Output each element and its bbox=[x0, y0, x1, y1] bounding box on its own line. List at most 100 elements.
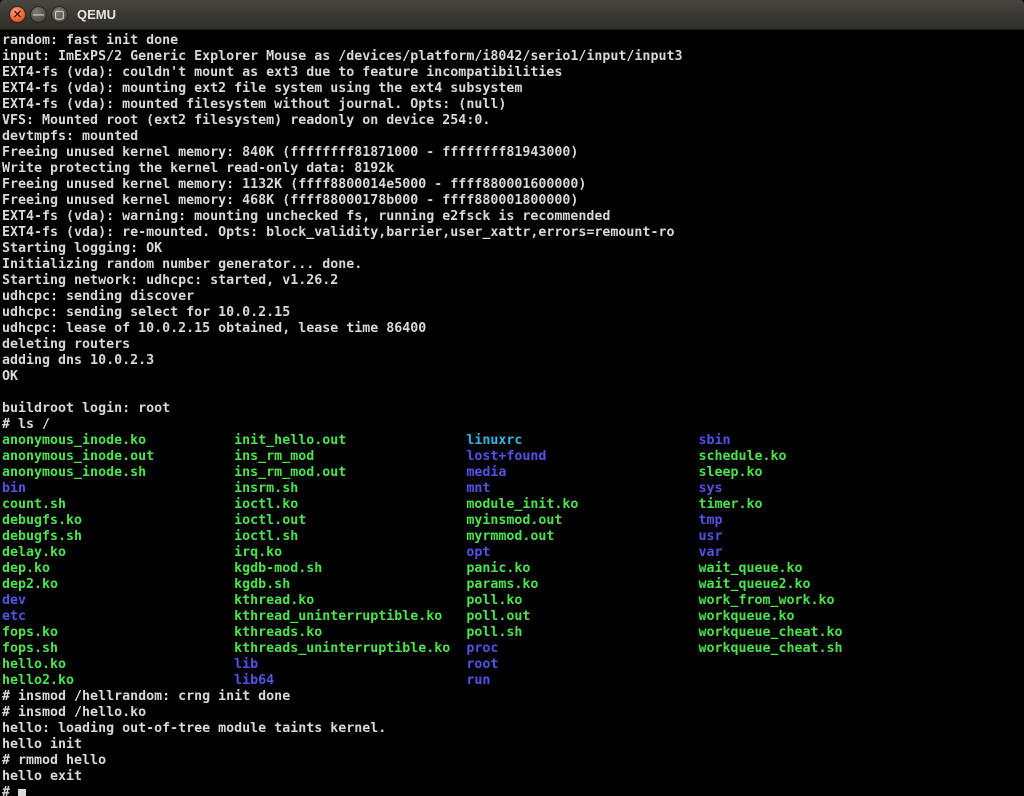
maximize-icon: ▢ bbox=[54, 8, 64, 21]
ls-entry: hello2.ko bbox=[2, 673, 154, 689]
terminal-line: hello exit bbox=[2, 769, 1024, 785]
ls-entry: ioctl.sh bbox=[234, 529, 450, 545]
terminal-line: OK bbox=[2, 369, 1024, 385]
ls-entry: poll.sh bbox=[466, 625, 578, 641]
terminal-line: Freeing unused kernel memory: 1132K (fff… bbox=[2, 177, 1024, 193]
window-title: QEMU bbox=[77, 7, 116, 22]
ls-entry: init_hello.out bbox=[234, 433, 450, 449]
terminal-line: Initializing random number generator... … bbox=[2, 257, 1024, 273]
qemu-window: ✕ — ▢ QEMU random: fast init doneinput: … bbox=[0, 0, 1024, 796]
close-icon: ✕ bbox=[13, 8, 22, 21]
ls-entry: dep2.ko bbox=[2, 577, 154, 593]
ls-entry: delay.ko bbox=[2, 545, 154, 561]
terminal-line: udhcpc: lease of 10.0.2.15 obtained, lea… bbox=[2, 321, 1024, 337]
ls-column: linuxrclost+foundmediamntmodule_init.kom… bbox=[466, 433, 578, 689]
ls-entry: timer.ko bbox=[698, 497, 842, 513]
terminal-line: # insmod /hellrandom: crng init done bbox=[2, 689, 1024, 705]
ls-entry: debugfs.sh bbox=[2, 529, 154, 545]
ls-entry: irq.ko bbox=[234, 545, 450, 561]
ls-entry: media bbox=[466, 465, 578, 481]
ls-entry: myinsmod.out bbox=[466, 513, 578, 529]
ls-entry: anonymous_inode.out bbox=[2, 449, 154, 465]
ls-entry: usr bbox=[698, 529, 842, 545]
terminal-line: deleting routers bbox=[2, 337, 1024, 353]
terminal-line: EXT4-fs (vda): mounted filesystem withou… bbox=[2, 97, 1024, 113]
terminal-line: Write protecting the kernel read-only da… bbox=[2, 161, 1024, 177]
ls-entry: count.sh bbox=[2, 497, 154, 513]
ls-entry: workqueue.ko bbox=[698, 609, 842, 625]
terminal-screen[interactable]: random: fast init doneinput: ImExPS/2 Ge… bbox=[0, 30, 1024, 796]
terminal-line: # insmod /hello.ko bbox=[2, 705, 1024, 721]
ls-entry: sleep.ko bbox=[698, 465, 842, 481]
ls-entry: opt bbox=[466, 545, 578, 561]
ls-entry: lib bbox=[234, 657, 450, 673]
ls-entry: dep.ko bbox=[2, 561, 154, 577]
terminal-line: random: fast init done bbox=[2, 33, 1024, 49]
ls-entry: bin bbox=[2, 481, 154, 497]
ls-entry: tmp bbox=[698, 513, 842, 529]
terminal-line: buildroot login: root bbox=[2, 401, 1024, 417]
ls-entry: panic.ko bbox=[466, 561, 578, 577]
terminal-line: EXT4-fs (vda): couldn't mount as ext3 du… bbox=[2, 65, 1024, 81]
window-titlebar: ✕ — ▢ QEMU bbox=[0, 0, 1024, 30]
screen: { "window": { "title": "QEMU", "buttons"… bbox=[0, 0, 1024, 796]
ls-entry: fops.ko bbox=[2, 625, 154, 641]
ls-entry: kgdb-mod.sh bbox=[234, 561, 450, 577]
terminal-line: Starting network: udhcpc: started, v1.26… bbox=[2, 273, 1024, 289]
terminal-line: udhcpc: sending discover bbox=[2, 289, 1024, 305]
ls-entry: ioctl.ko bbox=[234, 497, 450, 513]
ls-entry: fops.sh bbox=[2, 641, 154, 657]
ls-output: anonymous_inode.koanonymous_inode.outano… bbox=[2, 433, 1024, 689]
maximize-button[interactable]: ▢ bbox=[51, 6, 68, 23]
ls-entry: dev bbox=[2, 593, 154, 609]
ls-entry: hello.ko bbox=[2, 657, 154, 673]
terminal-line: Starting logging: OK bbox=[2, 241, 1024, 257]
ls-entry: linuxrc bbox=[466, 433, 578, 449]
ls-entry: var bbox=[698, 545, 842, 561]
ls-entry: workqueue_cheat.ko bbox=[698, 625, 842, 641]
ls-column: sbinschedule.kosleep.kosystimer.kotmpusr… bbox=[698, 433, 842, 657]
ls-entry: anonymous_inode.ko bbox=[2, 433, 154, 449]
terminal-line: adding dns 10.0.2.3 bbox=[2, 353, 1024, 369]
ls-entry: ioctl.out bbox=[234, 513, 450, 529]
ls-entry: lost+found bbox=[466, 449, 578, 465]
close-button[interactable]: ✕ bbox=[9, 6, 26, 23]
ls-entry: kthread_uninterruptible.ko bbox=[234, 609, 450, 625]
terminal-line: devtmpfs: mounted bbox=[2, 129, 1024, 145]
minimize-button[interactable]: — bbox=[30, 6, 47, 23]
ls-entry: proc bbox=[466, 641, 578, 657]
ls-entry: kthreads.ko bbox=[234, 625, 450, 641]
terminal-line: # ls / bbox=[2, 417, 1024, 433]
ls-entry: wait_queue.ko bbox=[698, 561, 842, 577]
ls-entry: kgdb.sh bbox=[234, 577, 450, 593]
terminal-line: input: ImExPS/2 Generic Explorer Mouse a… bbox=[2, 49, 1024, 65]
terminal-line: Freeing unused kernel memory: 840K (ffff… bbox=[2, 145, 1024, 161]
ls-entry: insrm.sh bbox=[234, 481, 450, 497]
ls-entry: lib64 bbox=[234, 673, 450, 689]
ls-entry: ins_rm_mod.out bbox=[234, 465, 450, 481]
ls-entry: sys bbox=[698, 481, 842, 497]
ls-entry: run bbox=[466, 673, 578, 689]
ls-entry: kthreads_uninterruptible.ko bbox=[234, 641, 450, 657]
ls-entry: module_init.ko bbox=[466, 497, 578, 513]
terminal-line: VFS: Mounted root (ext2 filesystem) read… bbox=[2, 113, 1024, 129]
terminal-line: # bbox=[2, 785, 1024, 796]
ls-entry: work_from_work.ko bbox=[698, 593, 842, 609]
terminal-line: EXT4-fs (vda): warning: mounting uncheck… bbox=[2, 209, 1024, 225]
ls-column: anonymous_inode.koanonymous_inode.outano… bbox=[2, 433, 154, 689]
terminal-line: Freeing unused kernel memory: 468K (ffff… bbox=[2, 193, 1024, 209]
terminal-line: EXT4-fs (vda): re-mounted. Opts: block_v… bbox=[2, 225, 1024, 241]
terminal-cursor bbox=[18, 789, 26, 796]
minimize-icon: — bbox=[33, 9, 44, 21]
terminal-line: hello init bbox=[2, 737, 1024, 753]
terminal-line bbox=[2, 385, 1024, 401]
ls-entry: sbin bbox=[698, 433, 842, 449]
ls-entry: root bbox=[466, 657, 578, 673]
ls-entry: params.ko bbox=[466, 577, 578, 593]
terminal-line: hello: loading out-of-tree module taints… bbox=[2, 721, 1024, 737]
ls-entry: poll.ko bbox=[466, 593, 578, 609]
ls-column: init_hello.outins_rm_modins_rm_mod.outin… bbox=[234, 433, 450, 689]
ls-entry: wait_queue2.ko bbox=[698, 577, 842, 593]
ls-entry: mnt bbox=[466, 481, 578, 497]
ls-entry: anonymous_inode.sh bbox=[2, 465, 154, 481]
